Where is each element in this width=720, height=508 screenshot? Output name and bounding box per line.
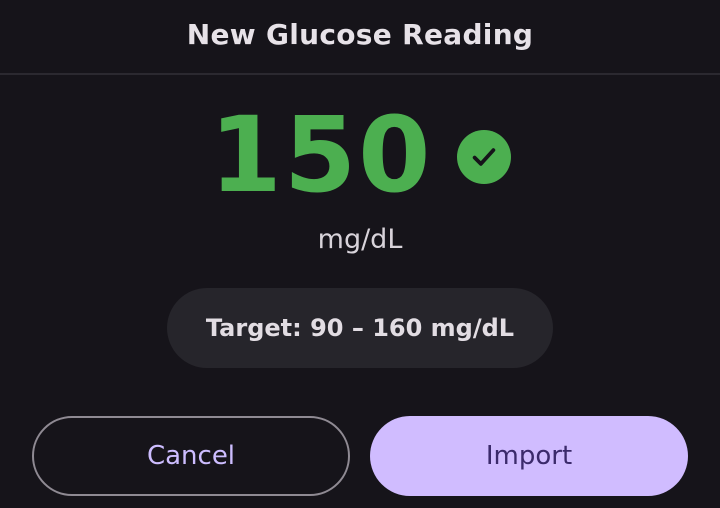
import-button[interactable]: Import xyxy=(370,416,688,496)
target-range-label: Target: 90 – 160 mg/dL xyxy=(205,314,515,342)
target-range-badge: Target: 90 – 160 mg/dL xyxy=(167,288,553,368)
glucose-unit: mg/dL xyxy=(317,224,403,255)
dialog-title: New Glucose Reading xyxy=(186,18,534,51)
cancel-button-label: Cancel xyxy=(146,441,236,471)
glucose-value: 150 xyxy=(209,94,433,216)
check-circle-icon xyxy=(456,130,511,184)
cancel-button[interactable]: Cancel xyxy=(32,416,350,496)
dialog-header: New Glucose Reading xyxy=(0,0,720,75)
import-button-label: Import xyxy=(485,441,573,471)
glucose-reading: 150 xyxy=(0,100,720,210)
